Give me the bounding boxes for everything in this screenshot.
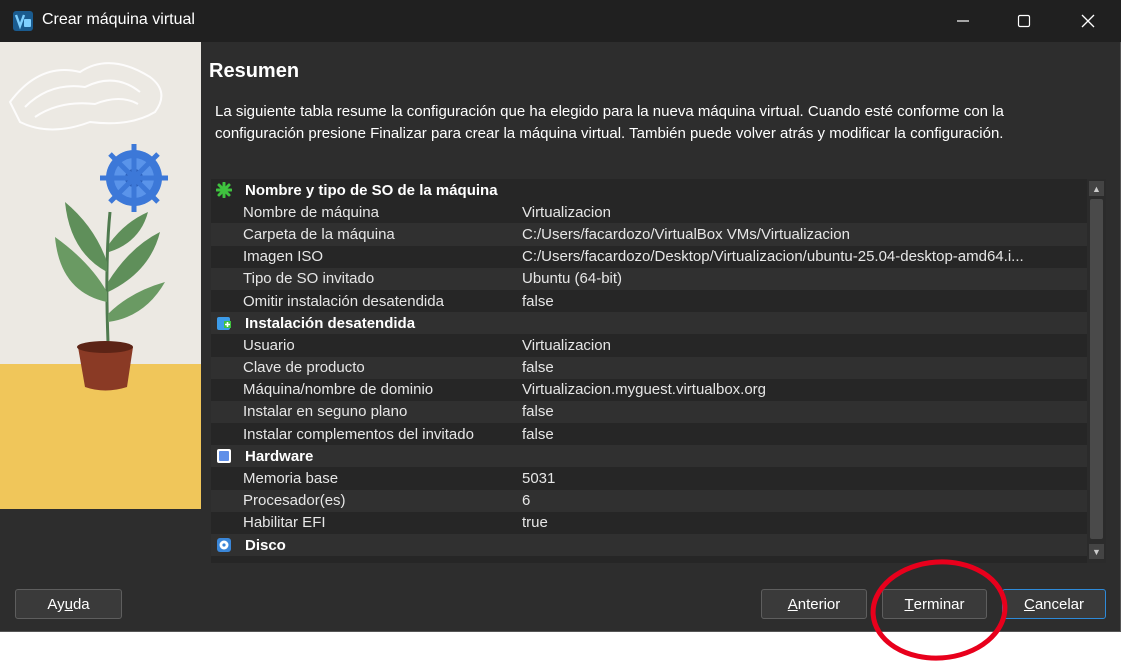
maximize-button[interactable] [992, 0, 1056, 42]
button-label: Ay [47, 595, 65, 613]
list-item[interactable]: Usuario Virtualizacion [211, 334, 1087, 356]
list-item[interactable]: Nombre de máquina Virtualizacion [211, 201, 1087, 223]
minimize-icon [957, 20, 969, 22]
hardware-icon [217, 449, 231, 464]
section-hardware[interactable]: Hardware [211, 445, 1087, 468]
wizard-illustration [0, 42, 201, 509]
row-key: Memoria base [243, 470, 339, 488]
cancel-button[interactable]: Cancelar [1002, 589, 1106, 619]
row-value: false [522, 425, 554, 443]
vertical-scrollbar[interactable]: ▲ ▼ [1087, 179, 1106, 563]
row-key: Carpeta de la máquina [243, 225, 395, 243]
button-label: erminar [913, 595, 965, 613]
section-title: Nombre y tipo de SO de la máquina [245, 181, 498, 199]
list-item[interactable]: Omitir instalación desatendida false [211, 290, 1087, 312]
row-value: 5031 [522, 470, 556, 488]
row-key: Nombre de máquina [243, 203, 379, 221]
close-button[interactable] [1056, 0, 1120, 42]
flower-illustration-icon [0, 42, 201, 509]
button-label: ancelar [1034, 595, 1085, 613]
scroll-down-icon[interactable]: ▼ [1089, 544, 1104, 559]
row-value: Ubuntu (64-bit) [522, 270, 623, 288]
list-item[interactable]: Clave de producto false [211, 356, 1087, 379]
scrollbar-thumb[interactable] [1090, 199, 1103, 539]
list-item[interactable]: Tipo de SO invitado Ubuntu (64-bit) [211, 267, 1087, 290]
row-key: Habilitar EFI [243, 514, 326, 532]
row-value: false [522, 359, 554, 377]
back-button[interactable]: Anterior [761, 589, 867, 619]
button-label: nterior [797, 595, 841, 613]
button-label: da [72, 595, 90, 613]
section-unattended-install[interactable]: Instalación desatendida [211, 312, 1087, 335]
scroll-up-icon[interactable]: ▲ [1089, 181, 1104, 196]
section-os-type[interactable]: Nombre y tipo de SO de la máquina [211, 179, 1087, 201]
unattended-install-icon [217, 317, 231, 331]
row-key: Procesador(es) [243, 492, 346, 510]
section-title: Instalación desatendida [245, 314, 416, 332]
page-description: La siguiente tabla resume la configuraci… [215, 103, 1004, 142]
summary-tree[interactable]: Nombre y tipo de SO de la máquina Nombre… [211, 179, 1106, 563]
maximize-icon [1017, 14, 1031, 28]
list-item[interactable]: Instalar en seguno plano false [211, 400, 1087, 424]
section-title: Hardware [245, 447, 314, 465]
row-key: Clave de producto [243, 359, 365, 377]
row-value: true [522, 514, 548, 532]
row-value: Virtualizacion.myguest.virtualbox.org [522, 381, 767, 399]
section-disk[interactable]: Disco [211, 534, 1087, 557]
row-value: false [522, 403, 554, 421]
button-mnemonic: C [1023, 595, 1035, 613]
list-item[interactable]: Imagen ISO C:/Users/facardozo/Desktop/Vir… [211, 246, 1087, 268]
minimize-button[interactable] [931, 0, 995, 42]
row-value: C:/Users/facardozo/Desktop/Virtualizacio… [522, 248, 1024, 266]
list-item[interactable]: Memoria base 5031 [211, 467, 1087, 489]
window-title: Crear máquina virtual [42, 11, 195, 28]
os-type-icon [216, 182, 232, 198]
row-key: Máquina/nombre de dominio [243, 381, 434, 399]
row-value: 6 [522, 492, 531, 510]
row-key: Instalar complementos del invitado [243, 425, 474, 443]
list-item[interactable]: Habilitar EFI true [211, 512, 1087, 534]
virtualbox-logo-icon [13, 11, 33, 31]
help-button[interactable]: Ay u da [15, 589, 122, 619]
row-value: Virtualizacion [522, 336, 611, 354]
list-item[interactable]: Máquina/nombre de dominio Virtualizacion.… [211, 379, 1087, 401]
button-mnemonic: u [64, 595, 73, 613]
row-key: Tipo de SO invitado [243, 270, 375, 288]
list-item[interactable]: Instalar complementos del invitado false [211, 423, 1087, 445]
finish-button[interactable]: Terminar [882, 589, 987, 619]
row-value: C:/Users/facardozo/VirtualBox VMs/Virtua… [522, 225, 850, 243]
list-item[interactable]: Procesador(es) 6 [211, 489, 1087, 512]
title-bar[interactable]: Crear máquina virtual [0, 0, 1121, 42]
row-key: Omitir instalación desatendida [243, 292, 444, 310]
row-value: false [522, 292, 554, 310]
row-value: Virtualizacion [522, 203, 611, 221]
dialog-window: Crear máquina virtual Resumen La siguien… [0, 0, 1121, 632]
row-key: Imagen ISO [243, 248, 324, 266]
button-mnemonic: A [787, 595, 798, 613]
section-title: Disco [245, 536, 286, 554]
row-key: Usuario [243, 336, 295, 354]
close-icon [1081, 14, 1095, 28]
summary-tree-content: Nombre y tipo de SO de la máquina Nombre… [211, 179, 1087, 557]
list-item[interactable]: Carpeta de la máquina C:/Users/facardozo/… [211, 223, 1087, 246]
button-mnemonic: T [904, 595, 914, 613]
row-key: Instalar en seguno plano [243, 403, 408, 421]
page-title: Resumen [209, 60, 300, 82]
disk-icon [217, 538, 231, 552]
